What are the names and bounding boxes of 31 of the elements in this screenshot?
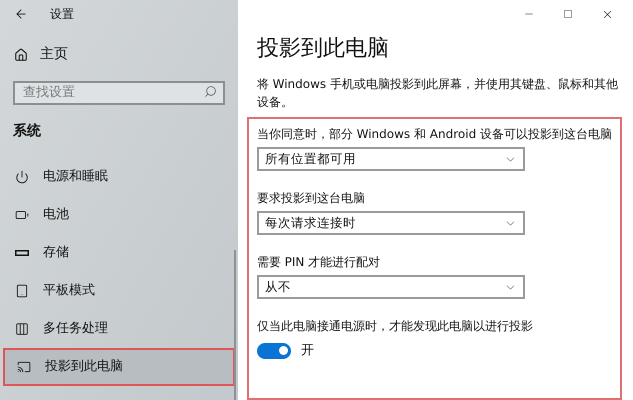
setting-label: 需要 PIN 才能进行配对 [256, 254, 382, 271]
home-link[interactable]: 主页 [40, 44, 68, 65]
search-field[interactable]: 查找设置 [13, 80, 225, 104]
page-description: 将 Windows 手机或电脑投影到此屏幕，并使用其键盘、鼠标和其他设备。 [256, 76, 619, 111]
screen-icon [17, 360, 31, 374]
home-icon[interactable] [14, 48, 28, 62]
scrollbar[interactable] [234, 250, 236, 400]
setting-label: 要求投影到这台电脑 [256, 190, 366, 207]
sidebar-item[interactable]: 电源和睡眠 [3, 158, 235, 196]
dropdown[interactable]: 从不 [256, 275, 525, 299]
dropdown[interactable]: 每次请求连接时 [256, 211, 525, 235]
sidebar-item[interactable]: 多任务处理 [3, 310, 235, 348]
toggle-state: 开 [300, 342, 314, 360]
section-heading: 系统 [12, 122, 42, 140]
setting-label: 仅当此电脑接通电源时，才能发现此电脑以进行投影 [256, 318, 534, 335]
sidebar-item[interactable]: 电池 [3, 196, 235, 234]
storage-icon [15, 250, 29, 256]
sidebar-item[interactable]: 平板模式 [3, 272, 235, 310]
tablet-icon [15, 284, 29, 298]
columns-icon [15, 322, 29, 336]
power-icon [15, 170, 29, 184]
sidebar-item[interactable]: 投影到此电脑 [3, 348, 235, 386]
sidebar-item[interactable]: 存储 [3, 234, 235, 272]
dropdown[interactable]: 所有位置都可用 [256, 147, 525, 171]
page-title: 投影到此电脑 [256, 35, 390, 63]
toggle-switch[interactable] [256, 342, 291, 359]
search-icon[interactable] [204, 85, 217, 98]
maximize-icon[interactable] [563, 9, 573, 19]
back-icon[interactable] [14, 7, 28, 21]
window-title: 设置 [50, 6, 74, 23]
setting-label: 当你同意时，部分 Windows 和 Android 设备可以投影到这台电脑 [256, 126, 612, 143]
